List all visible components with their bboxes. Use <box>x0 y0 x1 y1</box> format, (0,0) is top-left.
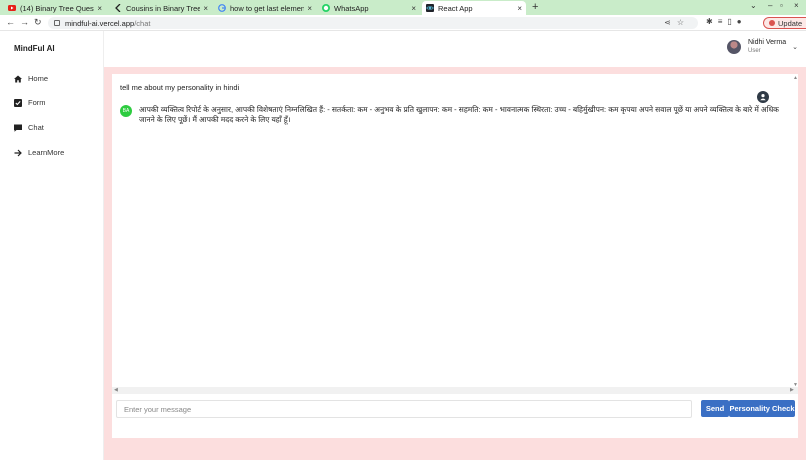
message-input[interactable] <box>116 400 692 418</box>
google-icon <box>218 4 226 12</box>
brand-title: MindFul AI <box>14 44 55 53</box>
arrow-right-icon <box>13 148 22 157</box>
close-icon[interactable]: × <box>411 4 416 13</box>
message-bot: BA आपकी व्यक्तित्व रिपोर्ट के अनुसार, आप… <box>120 105 784 125</box>
message-text: tell me about my personality in hindi <box>120 83 240 92</box>
message-user: tell me about my personality in hindi <box>120 83 784 103</box>
sidebar-item-label: LearnMore <box>28 148 65 157</box>
user-role: User <box>747 48 761 54</box>
browser-tab-1[interactable]: Cousins in Binary Tree - Le × <box>110 1 212 15</box>
checkbox-icon <box>13 98 22 107</box>
scroll-left-icon[interactable]: ◀ <box>114 387 118 393</box>
horizontal-scrollbar[interactable]: ◀ ▶ <box>112 387 798 394</box>
chat-icon <box>13 123 22 132</box>
bot-avatar: BA <box>120 105 132 117</box>
tab-title: WhatsApp <box>334 3 369 13</box>
url-field[interactable]: mindful-ai.vercel.app/chat ⋖☆ <box>48 17 698 29</box>
browser-tab-0[interactable]: (14) Binary Tree Question × <box>4 1 106 15</box>
scroll-right-icon[interactable]: ▶ <box>790 387 794 393</box>
whatsapp-icon <box>322 4 330 12</box>
share-star-icons[interactable]: ⋖☆ <box>664 18 690 27</box>
close-window-icon[interactable]: × <box>794 1 799 10</box>
app-header: Nidhi Verma User ⌄ <box>104 31 806 67</box>
youtube-icon <box>8 4 16 12</box>
back-arrow-icon[interactable]: ← <box>6 17 15 27</box>
react-icon <box>426 4 434 12</box>
sidebar-item-form[interactable]: Form <box>13 98 46 107</box>
composer: Send Personality Check <box>112 396 798 420</box>
close-icon[interactable]: × <box>517 4 522 13</box>
tab-title: Cousins in Binary Tree - Le <box>126 3 201 13</box>
update-button[interactable]: Update ⋮ <box>763 17 806 29</box>
minimize-icon[interactable]: – <box>768 1 772 10</box>
message-list[interactable]: tell me about my personality in hindi BA… <box>112 74 798 390</box>
user-avatar-icon <box>757 91 769 103</box>
forward-arrow-icon[interactable]: → <box>20 17 29 27</box>
sidebar: MindFul AI Home Form Chat LearnMore <box>0 31 104 460</box>
extension-icons[interactable]: ✱≡▯● <box>706 17 747 26</box>
browser-tab-3[interactable]: WhatsApp × <box>318 1 420 15</box>
address-bar: ← → ↻ mindful-ai.vercel.app/chat ⋖☆ ✱≡▯●… <box>0 15 806 31</box>
url-host: mindful-ai.vercel.app <box>65 18 135 28</box>
tab-title: (14) Binary Tree Question <box>20 3 94 13</box>
vertical-scrollbar[interactable]: ▲ ▼ <box>792 74 798 390</box>
close-icon[interactable]: × <box>97 4 102 13</box>
browser-tab-4[interactable]: React App × <box>422 1 526 15</box>
tab-title: how to get last element o <box>230 3 305 13</box>
personality-check-button[interactable]: Personality Check <box>729 400 795 417</box>
sidebar-item-learnmore[interactable]: LearnMore <box>13 148 64 157</box>
lock-icon <box>54 20 60 26</box>
avatar <box>726 39 741 54</box>
browser-tab-bar: (14) Binary Tree Question × Cousins in B… <box>0 0 806 15</box>
close-icon[interactable]: × <box>203 4 208 13</box>
sidebar-item-chat[interactable]: Chat <box>13 123 44 132</box>
leetcode-icon <box>114 4 122 12</box>
browser-tab-2[interactable]: how to get last element o × <box>214 1 316 15</box>
send-button[interactable]: Send <box>701 400 729 417</box>
home-icon <box>13 74 22 83</box>
sidebar-item-home[interactable]: Home <box>13 74 48 83</box>
sidebar-item-label: Home <box>28 74 49 83</box>
new-tab-plus-icon[interactable]: + <box>532 1 538 13</box>
chat-panel: tell me about my personality in hindi BA… <box>112 74 798 438</box>
close-icon[interactable]: × <box>307 4 312 13</box>
chevron-down-icon[interactable]: ⌄ <box>750 1 757 10</box>
update-dot-icon <box>769 20 775 26</box>
message-text: आपकी व्यक्तित्व रिपोर्ट के अनुसार, आपकी … <box>139 105 779 124</box>
url-path: /chat <box>134 18 151 28</box>
scroll-up-icon[interactable]: ▲ <box>793 75 798 81</box>
user-menu[interactable]: Nidhi Verma User ⌄ <box>726 39 798 54</box>
reload-icon[interactable]: ↻ <box>34 17 42 28</box>
sidebar-item-label: Form <box>28 98 46 107</box>
user-name: Nidhi Verma <box>747 39 787 46</box>
maximize-icon[interactable]: ▫ <box>780 1 783 10</box>
tab-title: React App <box>438 3 473 13</box>
update-label: Update <box>778 18 803 28</box>
sidebar-item-label: Chat <box>28 123 44 132</box>
chevron-down-icon: ⌄ <box>792 43 798 51</box>
